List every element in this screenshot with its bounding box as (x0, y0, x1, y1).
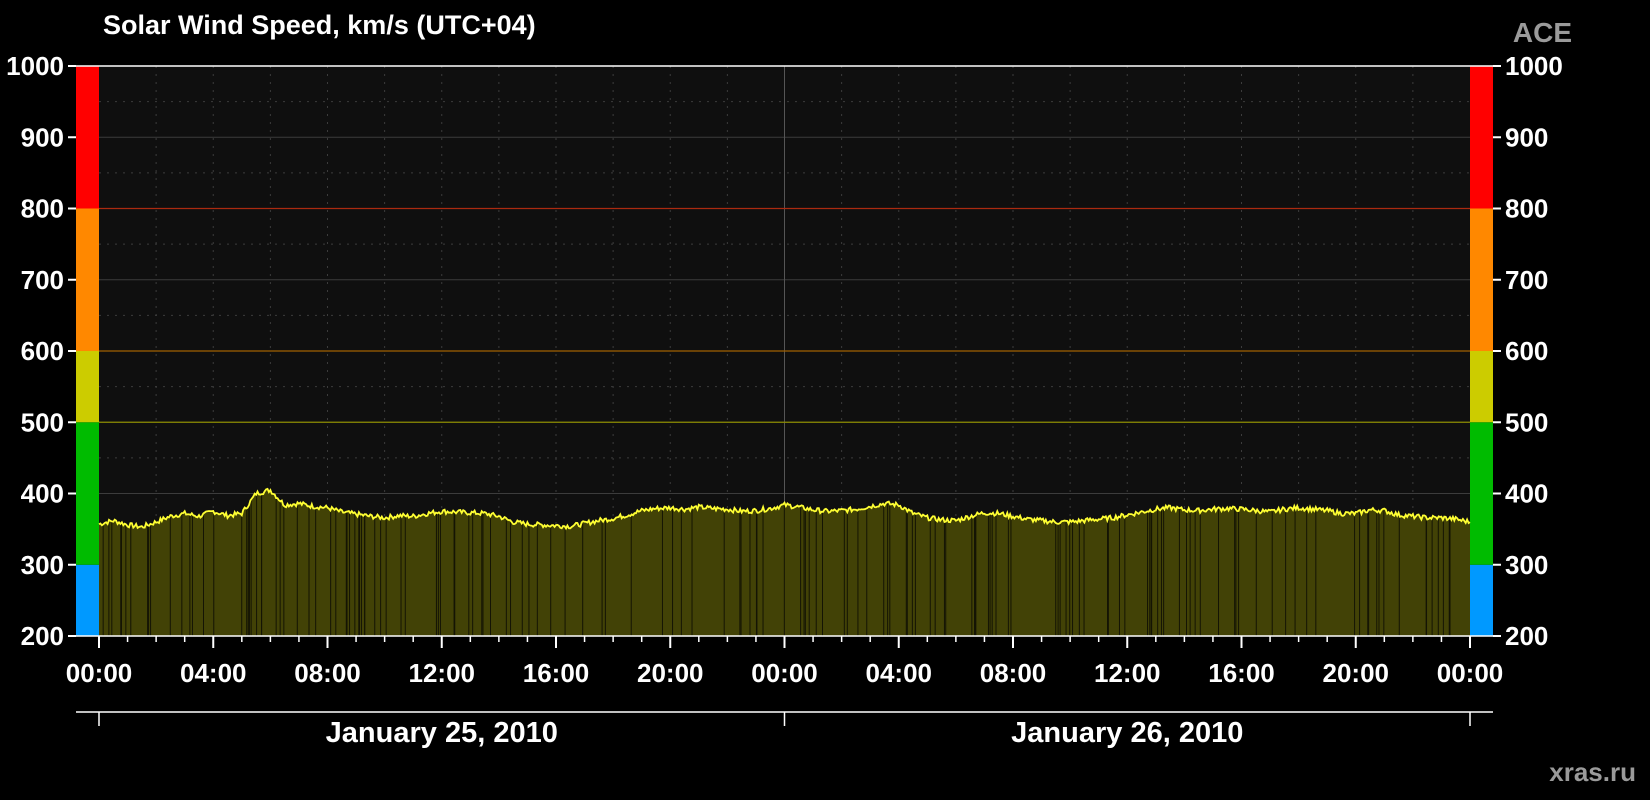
y-tick-label: 700 (21, 265, 64, 295)
date-label: January 25, 2010 (326, 717, 558, 749)
y-tick-label: 600 (21, 336, 64, 366)
y-tick-label: 800 (21, 194, 64, 224)
y-tick-label: 300 (21, 550, 64, 580)
activity-band (1470, 66, 1493, 209)
activity-band (1470, 351, 1493, 423)
x-tick-label: 00:00 (1437, 658, 1504, 688)
y-tick-label: 300 (1505, 550, 1548, 580)
activity-band (1470, 422, 1493, 565)
y-tick-label: 200 (21, 621, 64, 651)
activity-band (76, 208, 99, 351)
x-tick-label: 12:00 (409, 658, 476, 688)
x-tick-label: 00:00 (751, 658, 818, 688)
y-tick-label: 600 (1505, 336, 1548, 366)
y-tick-label: 400 (1505, 479, 1548, 509)
x-tick-label: 16:00 (1208, 658, 1275, 688)
y-tick-label: 400 (21, 479, 64, 509)
activity-band (76, 66, 99, 209)
activity-bands-left (76, 66, 99, 636)
y-tick-label: 500 (1505, 407, 1548, 437)
activity-band (76, 422, 99, 565)
x-tick-label: 20:00 (1323, 658, 1390, 688)
x-tick-label: 16:00 (523, 658, 590, 688)
y-tick-label: 1000 (6, 51, 64, 81)
y-tick-label: 200 (1505, 621, 1548, 651)
solar-wind-chart: 1000 900 800 700 600 500 400 300 200 1000 900 800 7… (6, 51, 1563, 749)
x-tick-label: 04:00 (180, 658, 247, 688)
y-tick-label: 800 (1505, 194, 1548, 224)
activity-bands-right (1470, 66, 1493, 636)
y-tick-label: 500 (21, 407, 64, 437)
y-tick-label: 900 (21, 122, 64, 152)
x-tick-label: 04:00 (866, 658, 933, 688)
y-axis-right: 1000 900 800 700 600 500 400 300 200 (1493, 51, 1563, 651)
activity-band (1470, 564, 1493, 636)
x-tick-label: 00:00 (66, 658, 133, 688)
activity-band (76, 564, 99, 636)
x-tick-label: 20:00 (637, 658, 704, 688)
x-tick-label: 08:00 (980, 658, 1047, 688)
x-axis: 00:00 04:00 08:00 12:00 16:00 20:00 00:00 04:00… (66, 636, 1504, 688)
y-axis-left: 1000 900 800 700 600 500 400 300 200 (6, 51, 76, 651)
activity-band (76, 351, 99, 423)
x-tick-label: 08:00 (294, 658, 361, 688)
date-label: January 26, 2010 (1011, 717, 1243, 749)
y-tick-label: 1000 (1505, 51, 1563, 81)
date-axis: January 25, 2010 January 26, 2010 (76, 711, 1493, 749)
y-tick-label: 900 (1505, 122, 1548, 152)
speed-series (98, 487, 1471, 636)
x-tick-label: 12:00 (1094, 658, 1161, 688)
activity-band (1470, 208, 1493, 351)
y-tick-label: 700 (1505, 265, 1548, 295)
